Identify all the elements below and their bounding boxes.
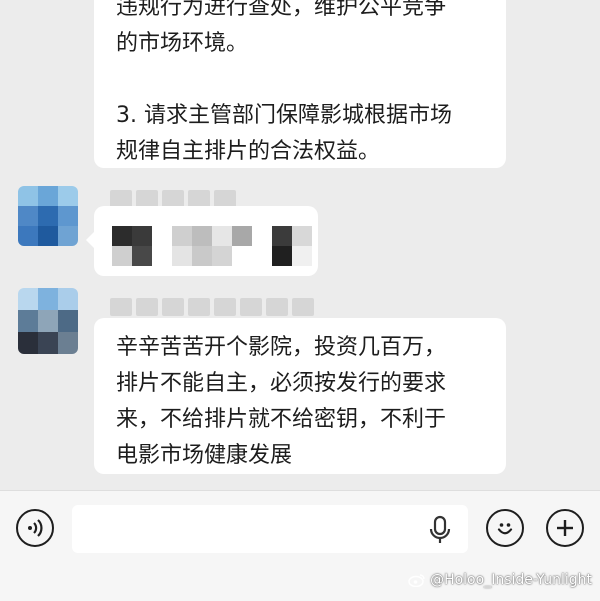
message-input[interactable] bbox=[72, 505, 468, 553]
voice-wave-icon bbox=[28, 519, 43, 537]
plus-icon bbox=[557, 520, 573, 536]
smiley-icon bbox=[497, 523, 513, 535]
watermark-text: @Holoo_Inside-Yunlight bbox=[430, 572, 592, 588]
watermark: @Holoo_Inside-Yunlight bbox=[408, 572, 592, 588]
message-line: 排片不能自主，必须按发行的要求 bbox=[116, 371, 447, 396]
avatar[interactable] bbox=[18, 288, 78, 354]
chat-area: 违规行为进行查处，维护公平竞争 的市场环境。 3. 请求主管部门保障影城根据市场… bbox=[0, 0, 600, 490]
message-line: 规律自主排片的合法权益。 bbox=[116, 139, 381, 164]
message-line: 来，不给排片就不给密钥，不利于 bbox=[116, 407, 447, 432]
message-line: 的市场环境。 bbox=[116, 31, 249, 56]
avatar[interactable] bbox=[18, 186, 78, 246]
voice-button[interactable] bbox=[16, 509, 54, 547]
message-line: 3. 请求主管部门保障影城根据市场 bbox=[116, 103, 452, 128]
message-line: 违规行为进行查处，维护公平竞争 bbox=[116, 0, 447, 20]
message-bubble-pixelated[interactable] bbox=[86, 206, 318, 276]
bubble-tail bbox=[86, 232, 94, 248]
pixelated-content bbox=[112, 226, 312, 246]
add-button[interactable] bbox=[546, 509, 584, 547]
emoji-button[interactable] bbox=[486, 509, 524, 547]
weibo-logo-icon bbox=[408, 574, 425, 587]
message-bubble[interactable]: 违规行为进行查处，维护公平竞争 的市场环境。 3. 请求主管部门保障影城根据市场… bbox=[94, 0, 506, 168]
microphone-icon[interactable] bbox=[428, 515, 452, 545]
message-line: 电影市场健康发展 bbox=[116, 443, 293, 468]
message-bubble[interactable]: 辛辛苦苦开个影院，投资几百万， 排片不能自主，必须按发行的要求 来，不给排片就不… bbox=[94, 318, 506, 474]
sender-name-blurred bbox=[110, 298, 314, 316]
pixelated-content bbox=[112, 246, 312, 266]
message-line: 辛辛苦苦开个影院，投资几百万， bbox=[116, 335, 447, 360]
